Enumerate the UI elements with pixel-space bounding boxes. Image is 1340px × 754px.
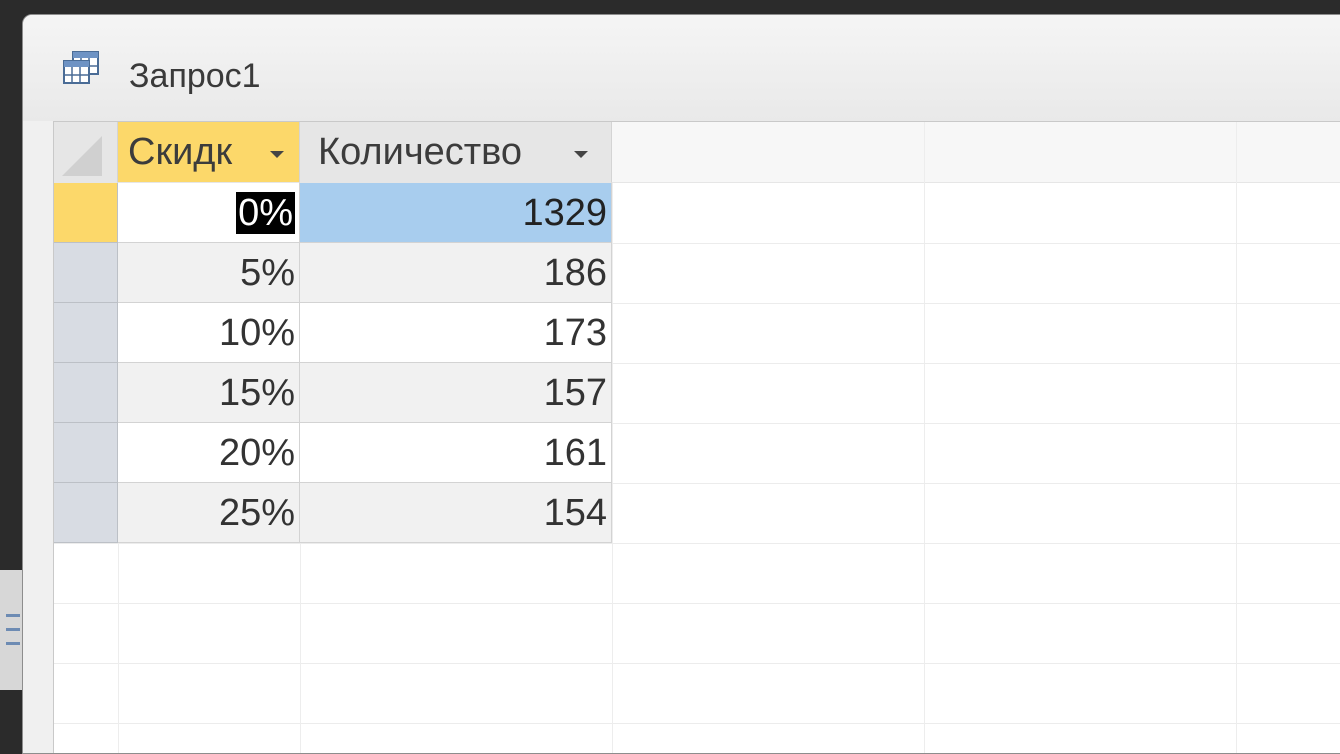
cell-count-value: 186 — [543, 252, 607, 294]
column-header-count[interactable]: Количество — [300, 122, 612, 183]
row-selector[interactable] — [54, 363, 118, 423]
row-selector[interactable] — [54, 483, 118, 543]
cell-discount[interactable]: 5% — [118, 243, 300, 303]
cell-count[interactable]: 154 — [300, 483, 612, 543]
background-window-edge — [0, 570, 22, 690]
cell-discount[interactable]: 0% — [118, 183, 300, 243]
grid-line — [612, 183, 613, 753]
cell-discount[interactable]: 10% — [118, 303, 300, 363]
empty-header-area — [612, 122, 1340, 183]
grid-line — [612, 243, 1340, 244]
column-header-label: Скидк — [128, 131, 233, 173]
cell-count-value: 161 — [543, 432, 607, 474]
cell-count[interactable]: 173 — [300, 303, 612, 363]
cell-discount[interactable]: 15% — [118, 363, 300, 423]
cell-discount[interactable]: 25% — [118, 483, 300, 543]
select-all-corner[interactable] — [54, 122, 118, 183]
window-title: Запрос1 — [129, 57, 261, 95]
grid-line — [612, 303, 1340, 304]
cell-count[interactable]: 157 — [300, 363, 612, 423]
row-selector[interactable] — [54, 243, 118, 303]
cell-count-value: 154 — [543, 492, 607, 534]
cell-discount-value: 20% — [218, 432, 295, 474]
cell-discount-value: 5% — [240, 252, 295, 294]
column-header-label: Количество — [318, 131, 523, 173]
cell-discount-value: 10% — [218, 312, 295, 354]
cell-discount-value: 15% — [218, 372, 295, 414]
grid-line — [924, 122, 925, 753]
selected-text: 0% — [236, 192, 295, 234]
grid-line — [54, 543, 1340, 544]
grid-line — [54, 663, 1340, 664]
select-all-triangle-icon — [62, 136, 102, 176]
cell-count[interactable]: 161 — [300, 423, 612, 483]
grid-line — [118, 543, 119, 753]
cell-count-value: 173 — [543, 312, 607, 354]
chevron-down-icon[interactable] — [574, 151, 588, 158]
chevron-down-icon[interactable] — [270, 151, 284, 158]
grid-line — [300, 543, 301, 753]
cell-count-value: 157 — [543, 372, 607, 414]
cell-count-value: 1329 — [522, 192, 607, 234]
cell-count[interactable]: 186 — [300, 243, 612, 303]
cell-discount-value: 25% — [218, 492, 295, 534]
datasheet-table-icon — [63, 51, 99, 84]
query-window: Запрос1 Скидк Количество 0% 1329 5% 186 … — [22, 14, 1340, 754]
cell-count[interactable]: 1329 — [300, 183, 612, 243]
datasheet-grid[interactable]: Скидк Количество 0% 1329 5% 186 10% 173 … — [53, 121, 1340, 753]
row-selector[interactable] — [54, 423, 118, 483]
grid-line — [612, 423, 1340, 424]
grid-line — [612, 483, 1340, 484]
window-title-bar[interactable]: Запрос1 — [23, 15, 1340, 121]
grid-line — [1236, 122, 1237, 753]
grid-line — [54, 723, 1340, 724]
grid-line — [612, 363, 1340, 364]
grid-line — [54, 603, 1340, 604]
column-header-discount[interactable]: Скидк — [118, 122, 300, 183]
row-selector[interactable] — [54, 183, 118, 243]
cell-discount[interactable]: 20% — [118, 423, 300, 483]
row-selector[interactable] — [54, 303, 118, 363]
